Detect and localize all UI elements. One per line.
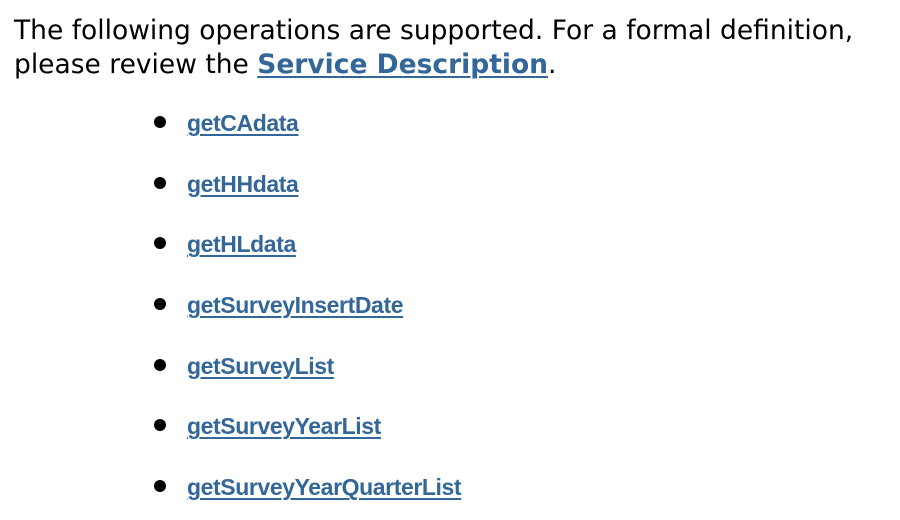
bullet-icon xyxy=(154,419,166,432)
bullet-icon xyxy=(154,480,166,493)
operation-link-getsurveylist[interactable]: getSurveyList xyxy=(187,353,334,379)
bullet-icon xyxy=(154,176,166,189)
operation-link-getsurveyinsertdate[interactable]: getSurveyInsertDate xyxy=(187,292,404,318)
operations-list: getCAdata getHHdata getHLdata getSurveyI… xyxy=(0,104,462,520)
bullet-icon xyxy=(154,116,166,128)
operation-link-getcadata[interactable]: getCAdata xyxy=(187,110,299,136)
bullet-icon xyxy=(154,237,166,250)
bullet-icon xyxy=(154,358,166,371)
list-item: getHHdata xyxy=(0,165,461,226)
list-item: getCAdata xyxy=(0,104,461,165)
operation-link-getsurveyyearlist[interactable]: getSurveyYearList xyxy=(187,413,381,439)
intro-text-end: . xyxy=(548,49,557,80)
list-item: getSurveyList xyxy=(0,347,461,408)
intro-paragraph: The following operations are supported. … xyxy=(14,14,894,82)
operation-link-gethhdata[interactable]: getHHdata xyxy=(187,171,299,197)
list-item: getSurveyInsertDate xyxy=(0,286,461,347)
bullet-icon xyxy=(154,298,166,311)
service-description-link[interactable]: Service Description xyxy=(257,49,548,80)
list-item: getSurveyYearList xyxy=(0,407,461,468)
operation-link-gethldata[interactable]: getHLdata xyxy=(187,231,296,257)
service-page: The following operations are supported. … xyxy=(0,0,900,520)
list-item: getSurveyYearQuarterList xyxy=(0,468,462,520)
list-item: getHLdata xyxy=(0,225,461,286)
operation-link-getsurveyyearquarterlist[interactable]: getSurveyYearQuarterList xyxy=(187,474,462,500)
